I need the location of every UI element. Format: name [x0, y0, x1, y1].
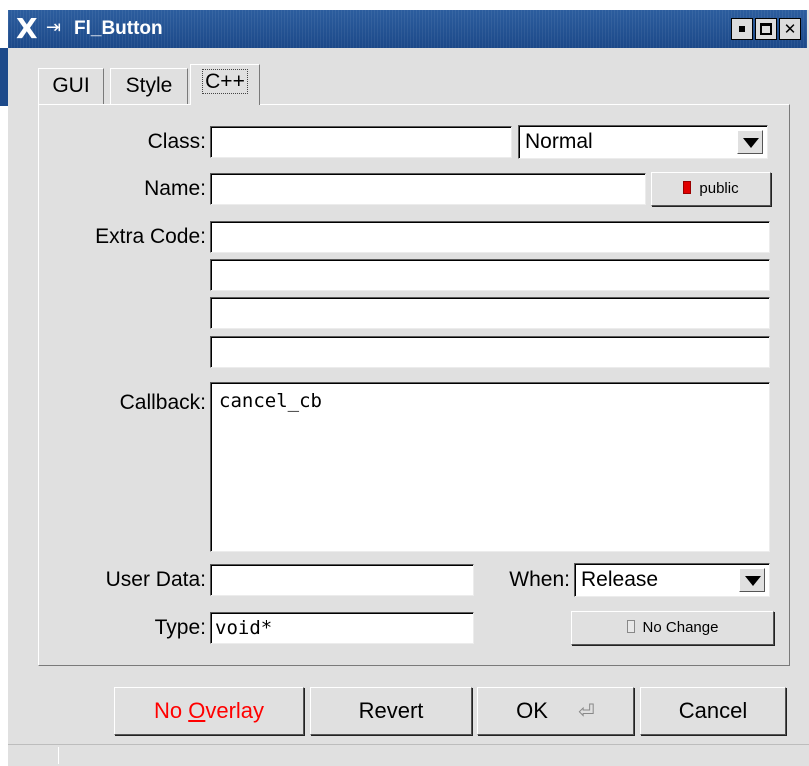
revert-button[interactable]: Revert	[310, 687, 472, 735]
user-data-input[interactable]	[210, 564, 474, 596]
no-change-toggle-button[interactable]: No Change	[571, 611, 774, 645]
public-label: public	[699, 180, 739, 197]
ok-button[interactable]: OK ⏎	[477, 687, 634, 735]
revert-label: Revert	[358, 698, 424, 723]
tab-style-label: Style	[125, 74, 173, 97]
tab-cpp[interactable]: C++	[190, 64, 260, 105]
bottom-scroll-strip	[8, 744, 809, 766]
when-label: When:	[509, 568, 570, 591]
minimize-icon[interactable]	[731, 18, 753, 40]
type-label: Type:	[154, 616, 206, 639]
no-change-led-icon	[626, 620, 635, 633]
extra-code-label: Extra Code:	[95, 225, 206, 248]
scroll-handle[interactable]	[58, 747, 89, 764]
chevron-down-icon[interactable]	[737, 130, 763, 154]
chevron-down-icon[interactable]	[739, 568, 765, 592]
pin-icon[interactable]: ⇥	[46, 17, 61, 39]
no-change-label: No Change	[642, 619, 719, 636]
x-logo-icon[interactable]: X	[16, 14, 46, 44]
tab-style[interactable]: Style	[110, 68, 188, 104]
callback-textarea[interactable]: cancel_cb	[210, 382, 770, 552]
class-type-selected: Normal	[525, 130, 593, 153]
title-bar[interactable]: X ⇥ Fl_Button ✕	[8, 10, 807, 48]
window-title: Fl_Button	[74, 18, 163, 39]
extra-code-input-3[interactable]	[210, 297, 770, 329]
window-top-edge	[0, 0, 809, 10]
extra-code-input-1[interactable]	[210, 221, 770, 253]
extra-code-input-2[interactable]	[210, 259, 770, 291]
no-overlay-suffix: verlay	[205, 698, 265, 723]
cancel-button[interactable]: Cancel	[640, 687, 786, 735]
window-controls: ✕	[731, 18, 801, 40]
maximize-icon[interactable]	[755, 18, 777, 40]
callback-label: Callback:	[119, 391, 206, 414]
tab-cpp-label: C++	[202, 69, 248, 94]
public-led-icon	[683, 181, 692, 194]
no-overlay-shortcut: O	[188, 698, 206, 723]
class-type-select[interactable]: Normal	[518, 125, 768, 159]
cancel-label: Cancel	[678, 698, 748, 723]
name-label: Name:	[144, 177, 206, 200]
return-key-icon: ⏎	[578, 699, 595, 723]
type-input[interactable]: void*	[210, 612, 474, 644]
when-selected: Release	[581, 568, 659, 591]
window-left-edge	[0, 0, 8, 765]
window-left-accent	[0, 48, 8, 106]
fl-button-dialog: X ⇥ Fl_Button ✕ GUI Style C++ Class: Nor…	[0, 0, 809, 766]
tab-gui-label: GUI	[52, 74, 90, 97]
when-select[interactable]: Release	[574, 563, 770, 597]
no-overlay-prefix: No	[153, 698, 189, 723]
name-input[interactable]	[210, 173, 646, 205]
user-data-label: User Data:	[105, 568, 206, 591]
close-icon[interactable]: ✕	[779, 18, 801, 40]
public-toggle-button[interactable]: public	[651, 172, 771, 206]
no-overlay-button[interactable]: No Overlay	[114, 687, 304, 735]
ok-label: OK	[516, 698, 548, 723]
class-input[interactable]	[210, 126, 512, 158]
class-label: Class:	[147, 130, 206, 153]
extra-code-input-4[interactable]	[210, 336, 770, 368]
tab-gui[interactable]: GUI	[38, 68, 104, 104]
